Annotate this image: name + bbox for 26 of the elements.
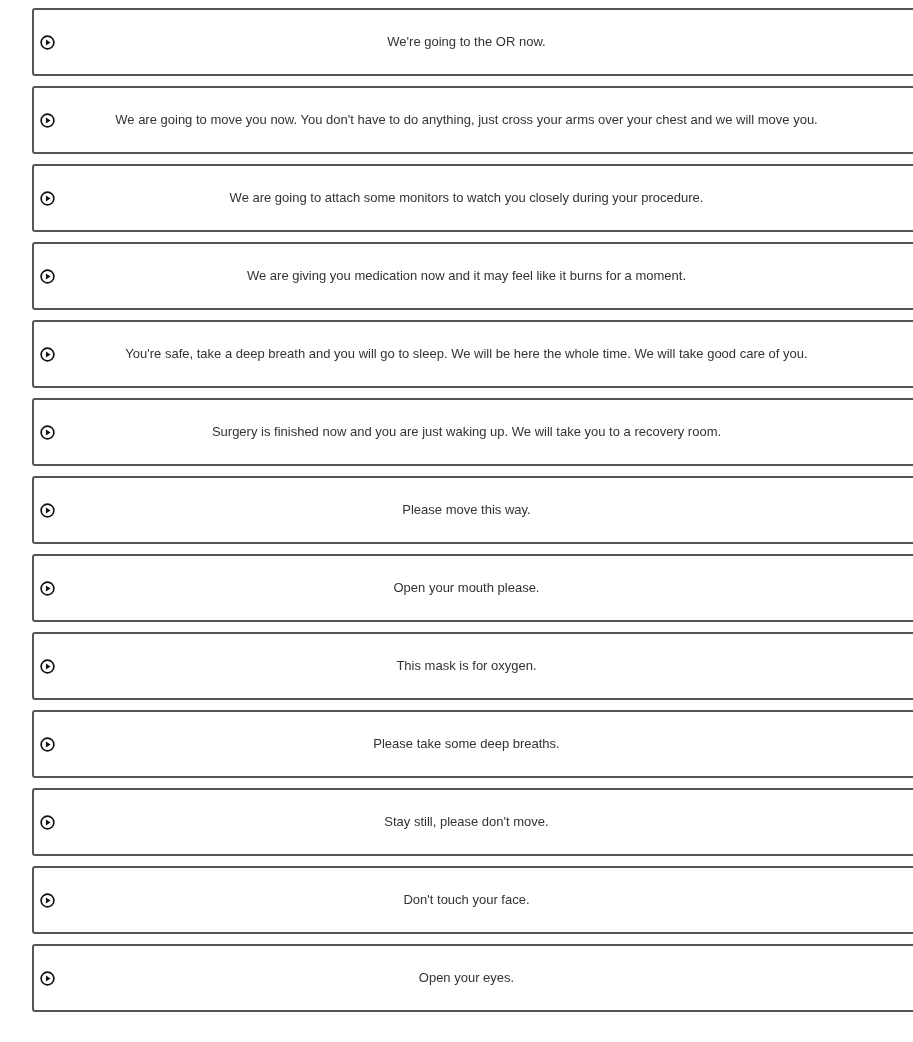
phrase-text: We are going to move you now. You don't have to do anything, just cross your arms over your chest and we will move you. [114, 111, 819, 129]
phrase-text: Open your eyes. [417, 969, 516, 987]
play-icon[interactable] [40, 580, 55, 596]
play-icon[interactable] [40, 736, 55, 752]
play-icon[interactable] [40, 112, 55, 128]
play-icon[interactable] [40, 658, 55, 674]
play-icon[interactable] [40, 346, 55, 362]
phrase-text: You're safe, take a deep breath and you will go to sleep. We will be here the whole time. We will take good care of you. [124, 345, 809, 363]
phrase-text: Stay still, please don't move. [383, 813, 550, 831]
phrase-text: This mask is for oxygen. [395, 657, 538, 675]
play-icon[interactable] [40, 892, 55, 908]
phrase-text: Please take some deep breaths. [372, 735, 561, 753]
play-icon[interactable] [40, 814, 55, 830]
phrase-text: Don't touch your face. [402, 891, 531, 909]
phrase-text: We are giving you medication now and it may feel like it burns for a moment. [245, 267, 688, 285]
phrase-text: We are going to attach some monitors to watch you closely during your procedure. [228, 189, 705, 207]
play-icon[interactable] [40, 424, 55, 440]
play-icon[interactable] [40, 34, 55, 50]
phrase-text: Surgery is finished now and you are just waking up. We will take you to a recovery room. [210, 423, 723, 441]
play-icon[interactable] [40, 502, 55, 518]
phrase-text: Please move this way. [401, 501, 532, 519]
phrase-text: We're going to the OR now. [386, 33, 547, 51]
play-icon[interactable] [40, 268, 55, 284]
phrase-text: Open your mouth please. [392, 579, 541, 597]
play-icon[interactable] [40, 190, 55, 206]
play-icon[interactable] [40, 970, 55, 986]
